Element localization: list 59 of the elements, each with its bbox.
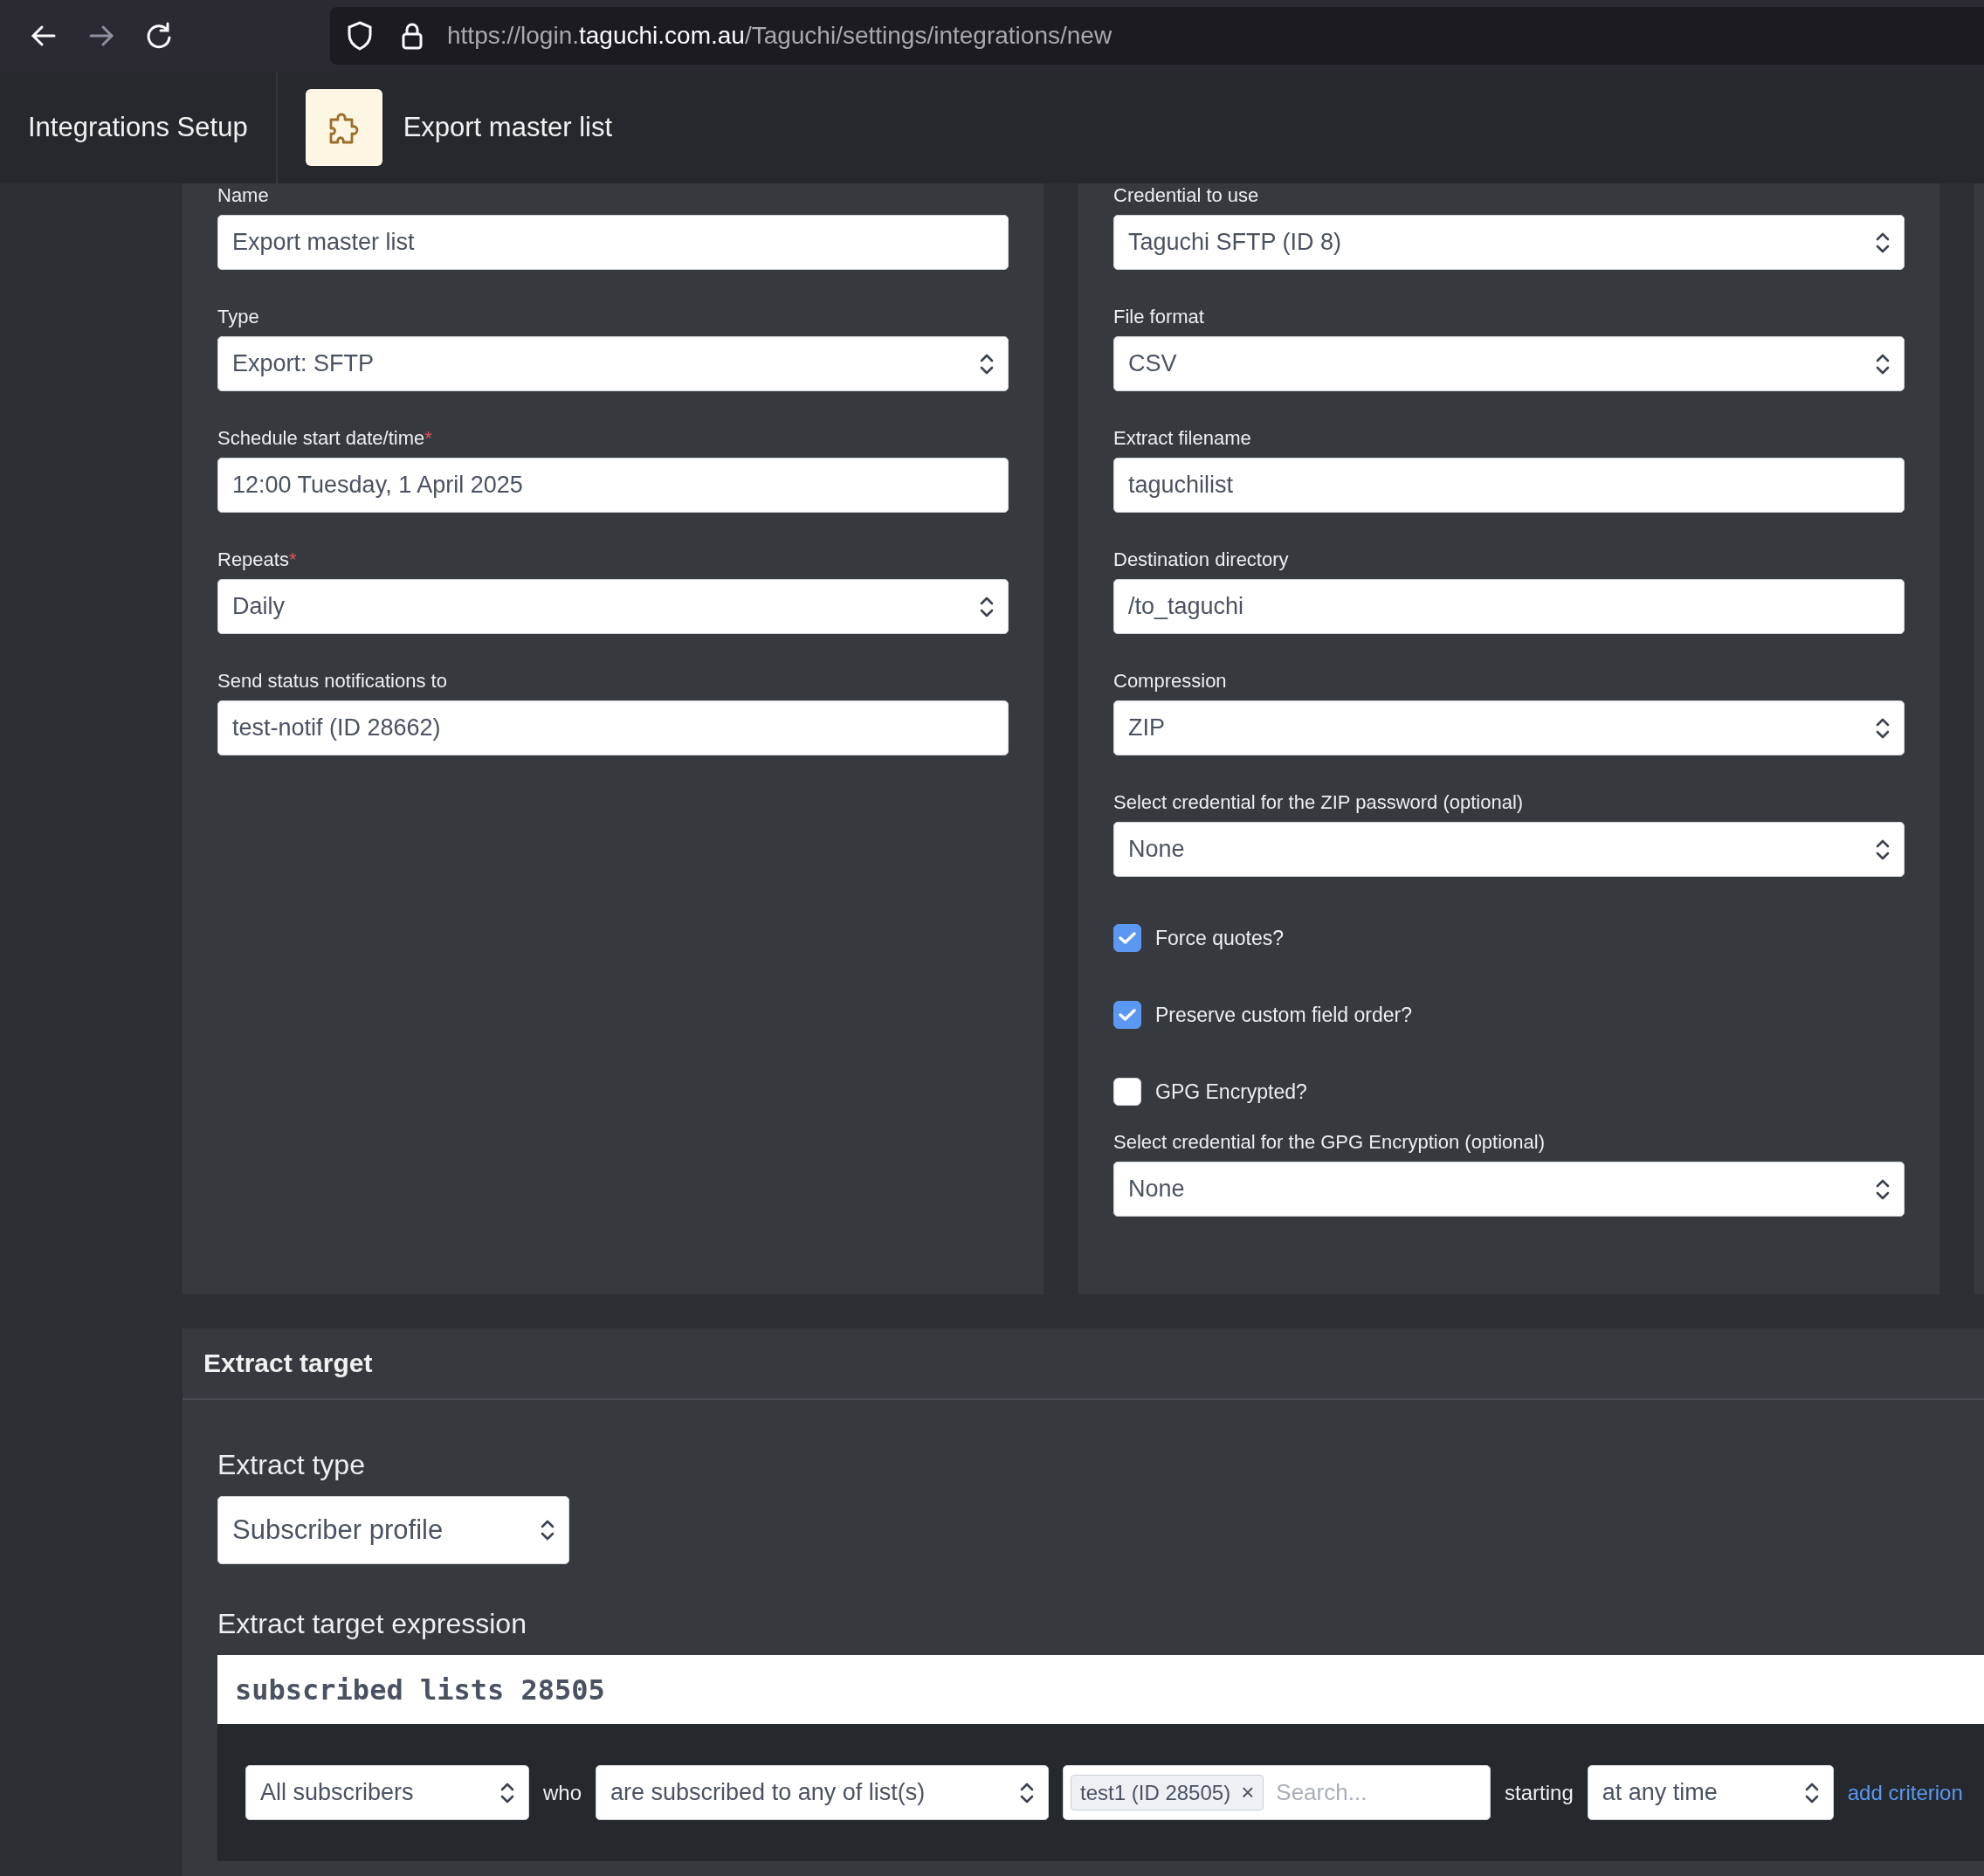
checkbox-label: Force quotes? [1155,926,1285,950]
up-down-chevron-icon [500,1781,514,1804]
field-label: Destination directory [1113,548,1290,572]
select-field[interactable]: CSV [1113,336,1905,391]
field-label: Name [217,183,270,208]
connector-text: starting [1505,1780,1574,1805]
up-down-chevron-icon [1876,838,1890,861]
select-field[interactable]: Subscriber profile [217,1496,569,1564]
input-field[interactable]: taguchilist [1113,458,1905,513]
field-label: Extract target expression [217,1607,527,1641]
up-down-chevron-icon [1020,1781,1035,1804]
check-icon [1119,931,1136,945]
tag-input-field[interactable]: test1 (ID 28505) × Search... [1063,1765,1491,1820]
select-field[interactable]: Taguchi SFTP (ID 8) [1113,215,1905,270]
field-label: Type [217,305,260,329]
address-bar-url[interactable]: https://login.taguchi.com.au/Taguchi/settings/integrations/new [447,22,1113,50]
up-down-chevron-icon [980,352,994,376]
select-field[interactable]: All subscribers [245,1765,529,1820]
select-field[interactable]: Daily [217,579,1009,634]
checkbox[interactable] [1113,1001,1141,1029]
input-field[interactable]: test-notif (ID 28662) [217,700,1009,755]
select-field[interactable]: ZIP [1113,700,1905,755]
up-down-chevron-icon [1876,1177,1890,1201]
checkbox[interactable] [1113,924,1141,952]
field-label: Select credential for the ZIP password (optional) [1113,790,1525,815]
check-icon [1119,1008,1136,1022]
input-field[interactable]: Export master list [217,215,1009,270]
select-field[interactable]: None [1113,822,1905,877]
field-label: Repeats* [217,548,298,572]
select-field[interactable]: Export: SFTP [217,336,1009,391]
select-field[interactable]: None [1113,1162,1905,1217]
connector-text: who [543,1780,582,1805]
up-down-chevron-icon [1876,716,1890,740]
input-field[interactable]: /to_taguchi [1113,579,1905,634]
up-down-chevron-icon [1876,352,1890,376]
field-label: Extract filename [1113,426,1252,451]
field-label: Extract type [217,1448,366,1482]
remove-tag-button[interactable]: × [1241,1779,1255,1806]
input-field[interactable]: 12:00 Tuesday, 1 April 2025 [217,458,1009,513]
field-label: Credential to use [1113,183,1260,208]
up-down-chevron-icon [1804,1781,1819,1804]
up-down-chevron-icon [1876,231,1890,254]
expression-field[interactable]: subscribed lists 28505 [217,1655,1984,1724]
add-criterion-link[interactable]: add criterion [1847,1780,1963,1805]
up-down-chevron-icon [980,595,994,618]
select-field[interactable]: at any time [1587,1765,1834,1820]
checkbox-label: GPG Encrypted? [1155,1079,1307,1104]
field-label: Compression [1113,669,1228,693]
field-label: Send status notifications to [217,669,448,693]
panel-heading: Extract target [183,1328,1984,1400]
field-label: Schedule start date/time* [217,426,433,451]
up-down-chevron-icon [541,1519,555,1541]
checkbox[interactable] [1113,1078,1141,1106]
checkbox-label: Preserve custom field order? [1155,1003,1412,1027]
field-label: File format [1113,305,1205,329]
select-field[interactable]: are subscribed to any of list(s) [596,1765,1050,1820]
list-tag: test1 (ID 28505) × [1071,1775,1264,1810]
field-label: Select credential for the GPG Encryption (optional) [1113,1130,1547,1155]
page-title: Export master list [403,112,613,143]
